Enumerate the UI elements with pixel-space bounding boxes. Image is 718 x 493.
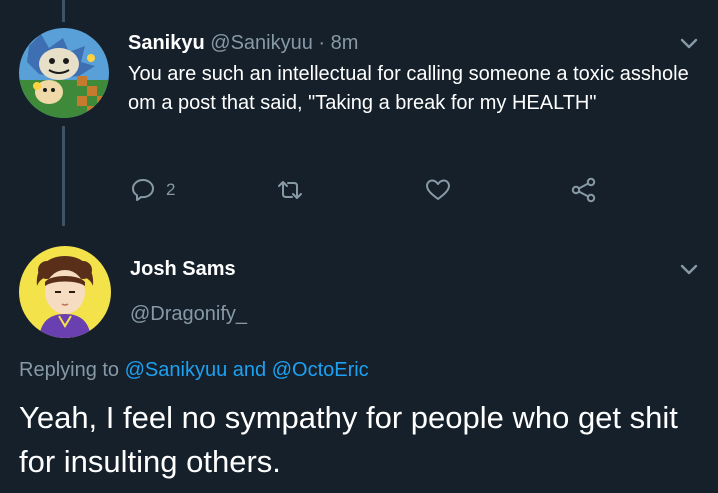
chevron-down-icon[interactable] (676, 256, 702, 282)
tweet-text: You are such an intellectual for calling… (128, 63, 689, 114)
heart-icon (426, 179, 450, 200)
reply-count: 2 (166, 180, 176, 199)
display-name[interactable]: Josh Sams (130, 258, 236, 281)
separator: · (318, 32, 326, 54)
avatar-josh-sams[interactable] (19, 246, 111, 338)
share-button[interactable] (570, 177, 598, 203)
share-icon (571, 177, 596, 203)
mention-link[interactable]: @Sanikyuu (125, 359, 228, 381)
retweet-button[interactable] (275, 177, 305, 203)
retweet-icon (278, 181, 302, 199)
replying-to: Replying to @Sanikyuu and @OctoEric (19, 359, 369, 382)
thread-line (62, 0, 65, 22)
reply-button[interactable]: 2 (130, 177, 175, 203)
like-button[interactable] (424, 177, 452, 203)
tweet-thread: Sanikyu @Sanikyuu · 8m You are such an i… (0, 0, 718, 493)
avatar-sanikyu[interactable] (19, 28, 109, 118)
tweet-text: Yeah, I feel no sympathy for people who … (19, 400, 678, 479)
thread-line (62, 126, 65, 226)
mention-link[interactable]: @OctoEric (272, 359, 369, 381)
timestamp[interactable]: 8m (331, 32, 359, 54)
tweet-header: Sanikyu @Sanikyuu · 8m (128, 30, 358, 56)
sonic-monster-avatar-icon (19, 28, 109, 118)
anime-character-avatar-icon (19, 246, 111, 338)
replying-and[interactable]: and (233, 359, 266, 381)
handle[interactable]: @Dragonify_ (130, 303, 247, 326)
chevron-down-icon[interactable] (676, 30, 702, 56)
handle[interactable]: @Sanikyuu (210, 32, 313, 54)
display-name[interactable]: Sanikyu (128, 32, 205, 54)
reply-icon (132, 179, 154, 201)
replying-prefix: Replying to (19, 359, 120, 381)
